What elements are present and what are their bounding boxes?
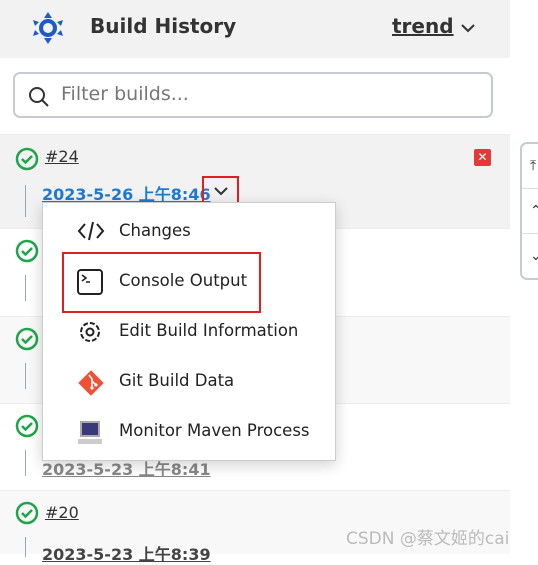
menu-item-label: Git Build Data bbox=[119, 371, 235, 390]
build-context-menu: Changes Console Output Edit Build Inform… bbox=[42, 202, 336, 461]
chevron-down-icon bbox=[214, 187, 228, 196]
success-icon bbox=[15, 327, 39, 351]
build-number-link[interactable]: #24 bbox=[45, 147, 79, 166]
git-icon bbox=[78, 370, 104, 396]
timeline-line bbox=[25, 275, 26, 301]
menu-item-monitor-maven-process[interactable]: Monitor Maven Process bbox=[43, 407, 335, 457]
menu-item-changes[interactable]: Changes bbox=[43, 207, 335, 257]
build-date-link[interactable]: 2023-5-23 上午8:39 bbox=[42, 541, 211, 565]
menu-item-edit-build-information[interactable]: Edit Build Information bbox=[43, 307, 335, 357]
filter-builds-input[interactable] bbox=[59, 82, 483, 106]
build-number-link[interactable]: #20 bbox=[45, 503, 79, 522]
code-icon bbox=[77, 221, 105, 241]
menu-item-label: Changes bbox=[119, 221, 191, 240]
filter-builds-search[interactable] bbox=[13, 72, 493, 118]
watermark: CSDN @蔡文姬的cai bbox=[346, 529, 510, 549]
page-title: Build History bbox=[90, 14, 237, 38]
side-button-down[interactable]: ⌄ bbox=[522, 234, 538, 278]
build-history-panel: Build History trend #24 2023-5-26 上午8:46… bbox=[0, 0, 510, 564]
search-icon bbox=[29, 87, 49, 107]
timeline-line bbox=[25, 537, 26, 557]
timeline-line bbox=[25, 450, 26, 476]
menu-item-git-build-data[interactable]: Git Build Data bbox=[43, 357, 335, 407]
computer-icon bbox=[78, 421, 102, 444]
timeline-line bbox=[25, 185, 26, 217]
console-output-highlight bbox=[62, 252, 261, 313]
menu-item-label: Edit Build Information bbox=[119, 321, 299, 340]
side-button-up[interactable]: ⌃ bbox=[522, 189, 538, 234]
build-history-header: Build History trend bbox=[0, 0, 510, 58]
success-icon bbox=[15, 501, 39, 525]
chevron-down-icon[interactable] bbox=[458, 18, 478, 38]
build-history-logo-icon bbox=[33, 12, 63, 44]
build-menu-dropdown-button[interactable] bbox=[202, 176, 239, 205]
timeline-line bbox=[25, 363, 26, 389]
side-button-top[interactable]: ⤒ bbox=[522, 144, 538, 189]
success-icon bbox=[15, 239, 39, 263]
success-icon bbox=[15, 414, 39, 438]
menu-item-label: Monitor Maven Process bbox=[119, 421, 310, 440]
gear-icon bbox=[80, 322, 100, 342]
trend-link[interactable]: trend bbox=[392, 14, 454, 38]
side-widget: ⤒ ⌃ ⌄ bbox=[520, 142, 538, 280]
success-icon bbox=[15, 147, 39, 171]
abort-build-icon[interactable]: ✕ bbox=[474, 149, 491, 166]
